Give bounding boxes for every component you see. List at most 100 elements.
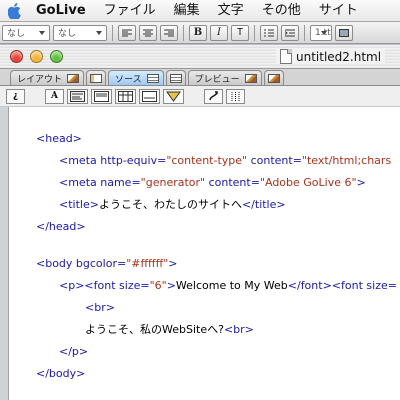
code-line-meta-content-type: <meta http-equiv="content-type" content=…	[59, 154, 391, 168]
table-button[interactable]	[115, 88, 136, 104]
source-code-editor[interactable]: <head> <meta http-equiv="content-type" c…	[9, 107, 400, 400]
url-button[interactable]	[91, 88, 112, 104]
word-wrap-button[interactable]: ¿	[6, 88, 25, 104]
italic-button[interactable]: I	[210, 24, 228, 41]
frame-view-icon	[90, 73, 103, 83]
tab-source[interactable]: ソース	[108, 70, 164, 85]
minimize-window-button[interactable]	[30, 50, 43, 63]
menu-file[interactable]: ファイル	[95, 0, 165, 22]
code-token: ようこそ、わたしのサイトへ	[98, 198, 242, 211]
url-icon	[94, 90, 109, 102]
line-gutter	[0, 107, 9, 400]
html-document-icon	[280, 49, 292, 64]
tab-frame[interactable]	[86, 70, 107, 85]
source-code-button[interactable]	[67, 88, 88, 104]
code-line-head-close: </head>	[36, 220, 86, 234]
code-line-body-open: <body bgcolor="#ffffff">	[36, 257, 178, 271]
code-token: "Adobe GoLive 6"	[259, 176, 357, 189]
tab-outline[interactable]	[165, 70, 186, 85]
code-token: </body>	[36, 367, 86, 380]
source-toolbar: ¿ A	[0, 86, 400, 107]
show-whitespace-button[interactable]	[226, 88, 245, 104]
size-field[interactable]: 1.tt	[310, 24, 332, 41]
html-attributes-button[interactable]	[139, 88, 160, 104]
indent-icon	[285, 29, 295, 36]
code-token: </p>	[59, 345, 89, 358]
code-token: content=	[247, 154, 302, 167]
menu-edit[interactable]: 編集	[165, 0, 209, 22]
tab-layout[interactable]: レイアウト	[10, 70, 85, 85]
code-token: "#ffffff"	[126, 257, 169, 270]
align-center-icon	[143, 29, 153, 36]
document-window: untitled2.html レイアウト ソース プレビュー ¿ A <head…	[0, 45, 400, 400]
tab-frame-preview[interactable]	[263, 70, 284, 85]
code-token: <meta	[59, 154, 101, 167]
align-right-button[interactable]	[160, 24, 178, 41]
bold-button[interactable]: B	[189, 24, 207, 41]
outline-view-icon	[169, 73, 182, 83]
syntax-highlight-button[interactable]	[163, 88, 184, 104]
syntax-highlight-icon	[166, 91, 181, 102]
font-style-select[interactable]: なし	[53, 24, 107, 41]
list-button[interactable]	[260, 24, 278, 41]
text-button[interactable]: A	[45, 88, 64, 104]
teletype-button[interactable]: T	[231, 24, 249, 41]
code-token: <head>	[36, 132, 82, 145]
code-token: "content-type"	[166, 154, 248, 167]
align-center-button[interactable]	[139, 24, 157, 41]
code-token: http-equiv=	[100, 154, 167, 167]
tab-preview-label: プレビュー	[194, 74, 240, 85]
code-token: <body	[36, 257, 76, 270]
code-line-paragraph-close: </p>	[59, 345, 88, 359]
code-token: "6"	[149, 279, 167, 292]
tab-layout-label: レイアウト	[17, 74, 63, 85]
code-line-head-open: <head>	[36, 132, 82, 146]
paragraph-format-select[interactable]: なし	[2, 24, 50, 41]
window-titlebar[interactable]: untitled2.html	[0, 45, 400, 69]
color-button[interactable]	[335, 24, 353, 41]
toolbar-divider	[183, 24, 184, 41]
menu-site[interactable]: サイト	[310, 0, 367, 22]
code-token: "text/html;chars	[301, 154, 392, 167]
code-line-welcome-text: ようこそ、私のWebSiteへ?<br>	[85, 323, 254, 337]
color-swatch-icon	[339, 28, 349, 37]
toolbar-divider	[304, 24, 305, 41]
code-token: >	[168, 257, 178, 270]
code-line-br: <br>	[85, 301, 115, 315]
toolbar-divider	[254, 24, 255, 41]
code-token: size=	[366, 279, 397, 292]
toolbar-divider	[112, 24, 113, 41]
code-token: <meta	[59, 176, 101, 189]
code-token: bgcolor=	[75, 257, 127, 270]
menu-type[interactable]: 文字	[209, 0, 253, 22]
code-token: </font><font	[287, 279, 367, 292]
align-right-icon	[164, 29, 174, 36]
indent-button[interactable]	[281, 24, 299, 41]
align-left-button[interactable]	[118, 24, 136, 41]
code-token: Welcome to My Web	[175, 279, 288, 292]
code-token: "generator"	[140, 176, 206, 189]
code-line-meta-generator: <meta name="generator" content="Adobe Go…	[59, 176, 366, 190]
tab-source-label: ソース	[115, 74, 142, 85]
source-code-icon	[70, 90, 85, 102]
menu-bar: GoLive ファイル 編集 文字 その他 サイト	[0, 0, 400, 22]
menu-golive[interactable]: GoLive	[30, 0, 95, 22]
view-tab-bar: レイアウト ソース プレビュー	[0, 69, 400, 86]
tab-preview[interactable]: プレビュー	[187, 70, 262, 85]
code-token: <br>	[85, 301, 115, 314]
formatting-toolbar: なし なし B I T 1.tt	[0, 22, 400, 44]
line-numbers-button[interactable]	[204, 88, 223, 104]
align-left-icon	[122, 29, 132, 36]
code-token: >	[166, 279, 176, 292]
close-window-button[interactable]	[10, 50, 23, 63]
preview-view-icon	[244, 73, 257, 83]
html-attributes-icon	[142, 90, 157, 102]
code-token: size=	[119, 279, 150, 292]
zoom-window-button[interactable]	[50, 50, 63, 63]
menu-special[interactable]: その他	[253, 0, 310, 22]
code-line-body-close: </body>	[36, 367, 85, 381]
line-numbers-icon	[209, 90, 218, 100]
window-title-text: untitled2.html	[296, 49, 382, 64]
apple-menu-icon[interactable]	[0, 0, 30, 22]
code-token: <p><font	[59, 279, 120, 292]
